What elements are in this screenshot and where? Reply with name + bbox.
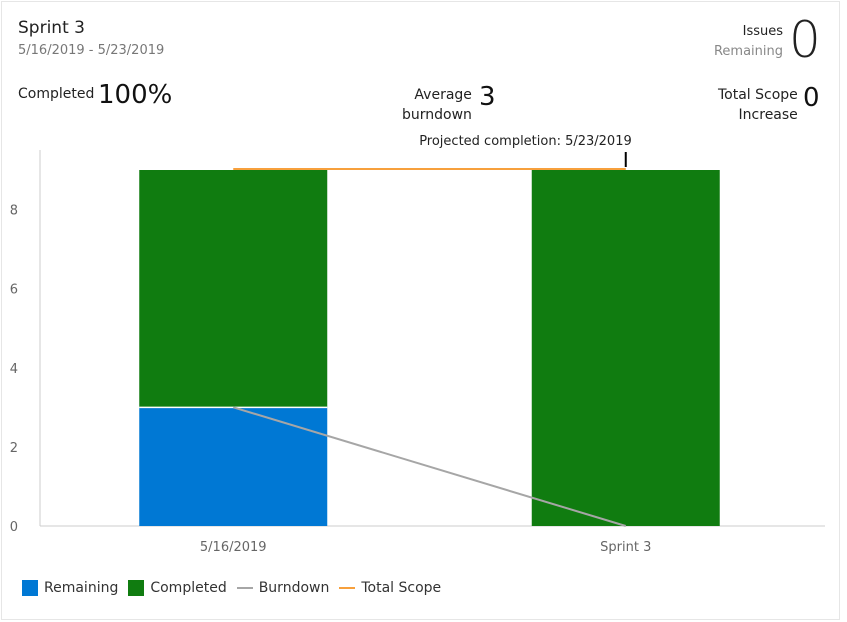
legend-label-remaining: Remaining	[44, 580, 119, 596]
legend-label-burndown: Burndown	[258, 580, 330, 596]
bar-completed-1	[531, 170, 720, 526]
y-tick-label: 6	[10, 283, 18, 298]
x-tick-label: 5/16/2019	[200, 540, 267, 555]
legend-swatch-total-scope	[339, 587, 356, 589]
y-tick-label: 4	[10, 362, 18, 377]
bar-remaining-0	[139, 407, 328, 526]
legend-swatch-burndown	[236, 587, 253, 589]
legend-item-remaining[interactable]: Remaining	[22, 580, 118, 596]
legend-item-burndown[interactable]: Burndown	[236, 580, 330, 596]
legend-swatch-remaining	[22, 580, 38, 596]
legend-label-completed: Completed	[150, 580, 227, 596]
legend-item-total-scope[interactable]: Total Scope	[339, 580, 441, 596]
chart-legend: Remaining Completed Burndown Total Scope	[22, 580, 451, 596]
projected-completion-label: Projected completion: 5/23/2019	[419, 134, 632, 149]
y-tick-label: 8	[10, 204, 18, 219]
bar-completed-0	[139, 170, 328, 408]
legend-item-completed[interactable]: Completed	[128, 580, 227, 596]
legend-swatch-completed	[128, 580, 145, 596]
y-tick-label: 0	[10, 520, 18, 535]
y-tick-label: 2	[10, 441, 18, 456]
burndown-chart: 0 2 4 6 8 5/16/2019 Sprint 3 Projected completi…	[10, 134, 825, 555]
legend-label-total-scope: Total Scope	[361, 580, 442, 596]
x-tick-label: Sprint 3	[600, 540, 651, 555]
